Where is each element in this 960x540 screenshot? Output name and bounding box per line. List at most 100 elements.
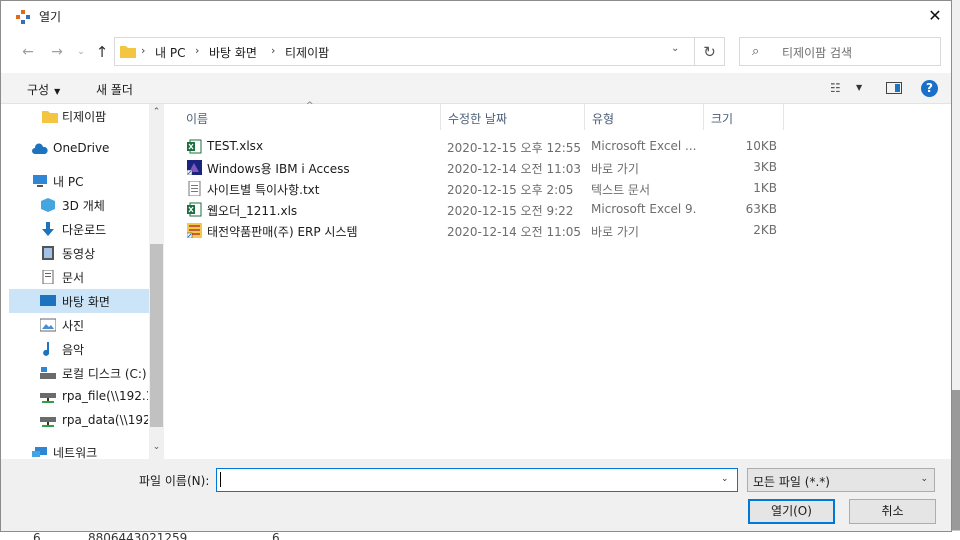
file-type: 바로 가기 [591, 162, 639, 176]
excel-icon [187, 202, 202, 217]
cube-icon [41, 198, 55, 212]
filename-label: 파일 이름(N): [139, 474, 210, 488]
folder-icon [42, 111, 58, 123]
forward-icon[interactable]: → [47, 42, 67, 62]
search-placeholder: 티제이팜 검색 [782, 46, 853, 60]
file-type: 텍스트 문서 [591, 183, 651, 197]
sidebar-item-tjpharm[interactable]: 티제이팜 [9, 104, 149, 128]
chevron-down-icon[interactable]: ⌄ [721, 474, 729, 484]
column-header-label: 크기 [711, 112, 734, 126]
help-icon[interactable]: ? [921, 80, 938, 97]
filename-input[interactable] [216, 468, 738, 492]
chevron-down-icon[interactable]: ▼ [856, 83, 862, 92]
sidebar-item-label: 문서 [62, 271, 85, 285]
file-type: Microsoft Excel 9... [591, 202, 696, 216]
navigation-pane: 티제이팜 OneDrive 내 PC 3D 개체 다운로드 동영상 문서 바탕 [9, 104, 164, 460]
network-drive-icon [40, 417, 56, 427]
file-name: 태전약품판매(주) ERP 시스템 [207, 225, 358, 239]
column-header-date[interactable]: 수정한 날짜 [441, 104, 585, 130]
sidebar-item-music[interactable]: 음악 [9, 337, 149, 361]
view-options-icon[interactable]: ☷ [830, 81, 841, 95]
file-date: 2020-12-14 오전 11:05 [447, 225, 582, 239]
sidebar-item-videos[interactable]: 동영상 [9, 241, 149, 265]
column-header-type[interactable]: 유형 [585, 104, 704, 130]
excel-icon [187, 139, 202, 154]
breadcrumb-separator[interactable]: › [195, 44, 199, 57]
chevron-down-icon[interactable]: ⌄ [671, 43, 679, 54]
download-icon [42, 222, 54, 236]
folder-icon [120, 46, 136, 58]
table-row[interactable]: Windows용 IBM i Access 2020-12-14 오전 11:0… [179, 157, 779, 178]
sidebar-item-label: 바탕 화면 [62, 295, 110, 309]
computer-icon [33, 175, 47, 187]
document-icon [42, 270, 54, 284]
file-type-select[interactable]: 모든 파일 (*.*) ⌄ [747, 468, 935, 492]
breadcrumb-separator[interactable]: › [271, 44, 275, 57]
back-icon[interactable]: ← [18, 42, 38, 62]
organize-label: 구성 [27, 83, 50, 97]
close-button[interactable]: ✕ [919, 1, 951, 32]
background-cell: 6 [272, 531, 280, 540]
sidebar-item-rpa-data[interactable]: rpa_data(\\192 [9, 409, 149, 433]
sidebar-item-this-pc[interactable]: 내 PC [9, 169, 149, 193]
address-bar[interactable]: › 내 PC › 바탕 화면 › 티제이팜 ⌄ [114, 37, 695, 66]
search-input[interactable]: ⌕ 티제이팜 검색 [739, 37, 941, 66]
sidebar-item-label: OneDrive [53, 141, 110, 155]
breadcrumb-item[interactable]: 티제이팜 [285, 44, 329, 61]
sidebar-item-label: 다운로드 [62, 223, 107, 237]
file-list: ^ 이름 수정한 날짜 유형 크기 TEST.xlsx 2020-12-15 오… [164, 101, 951, 459]
desktop-icon [40, 295, 56, 306]
open-file-dialog: 열기 ✕ ← → ⌄ ↑ › 내 PC › 바탕 화면 › 티제이팜 ⌄ ↻ ⌕… [0, 0, 952, 532]
erp-shortcut-icon [187, 223, 202, 238]
chevron-down-icon[interactable]: ⌄ [149, 442, 164, 452]
video-icon [42, 246, 54, 260]
sidebar-item-local-disk[interactable]: 로컬 디스크 (C:) [9, 361, 149, 385]
drive-icon [40, 367, 56, 379]
table-row[interactable]: 웹오더_1211.xls 2020-12-15 오전 9:22 Microsof… [179, 199, 779, 220]
organize-button[interactable]: 구성 ▼ [27, 81, 60, 98]
sidebar-item-label: 동영상 [62, 247, 96, 261]
open-button[interactable]: 열기(O) [748, 499, 835, 524]
bottom-bar: 파일 이름(N): ⌄ 모든 파일 (*.*) ⌄ 열기(O) 취소 [1, 459, 951, 531]
breadcrumb-item[interactable]: 바탕 화면 [209, 44, 257, 61]
breadcrumb-separator[interactable]: › [141, 44, 145, 57]
cancel-button[interactable]: 취소 [849, 499, 936, 524]
sidebar-scrollbar[interactable]: ⌃ ⌄ [149, 104, 164, 459]
picture-icon [40, 318, 56, 332]
sidebar-item-documents[interactable]: 문서 [9, 265, 149, 289]
music-icon [43, 342, 50, 356]
file-date: 2020-12-15 오전 9:22 [447, 204, 574, 218]
sidebar-item-downloads[interactable]: 다운로드 [9, 217, 149, 241]
file-size: 1KB [753, 181, 777, 195]
table-row[interactable]: 태전약품판매(주) ERP 시스템 2020-12-14 오전 11:05 바로… [179, 220, 779, 241]
new-folder-button[interactable]: 새 폴더 [96, 81, 133, 98]
text-file-icon [188, 181, 201, 196]
sidebar-item-rpa-file[interactable]: rpa_file(\\192.1 [9, 385, 149, 409]
table-row[interactable]: TEST.xlsx 2020-12-15 오후 12:55 Microsoft … [179, 136, 779, 157]
column-header-label: 유형 [592, 112, 615, 126]
up-icon[interactable]: ↑ [92, 42, 112, 62]
file-date: 2020-12-14 오전 11:03 [447, 162, 582, 176]
file-date: 2020-12-15 오후 12:55 [447, 141, 582, 155]
table-row[interactable]: 사이트별 특이사항.txt 2020-12-15 오후 2:05 텍스트 문서 … [179, 178, 779, 199]
preview-pane-icon[interactable] [886, 82, 902, 94]
breadcrumb-item[interactable]: 내 PC [155, 44, 185, 61]
refresh-button[interactable]: ↻ [695, 37, 725, 66]
sidebar-item-pictures[interactable]: 사진 [9, 313, 149, 337]
sidebar-item-label: 사진 [62, 319, 85, 333]
file-date: 2020-12-15 오후 2:05 [447, 183, 574, 197]
scrollbar-thumb[interactable] [150, 244, 163, 427]
recent-locations-icon[interactable]: ⌄ [71, 42, 91, 62]
column-header-name[interactable]: 이름 [179, 104, 441, 130]
sidebar-item-onedrive[interactable]: OneDrive [9, 137, 149, 161]
file-name: Windows용 IBM i Access [207, 162, 350, 176]
chevron-down-icon: ⌄ [920, 474, 928, 484]
file-type-value: 모든 파일 (*.*) [753, 475, 830, 489]
sidebar-item-desktop[interactable]: 바탕 화면 [9, 289, 149, 313]
title-bar[interactable]: 열기 ✕ [1, 1, 951, 32]
column-header-size[interactable]: 크기 [704, 104, 784, 130]
sidebar-item-3d-objects[interactable]: 3D 개체 [9, 193, 149, 217]
chevron-up-icon[interactable]: ⌃ [149, 107, 164, 117]
shortcut-icon [187, 160, 202, 175]
window-title: 열기 [39, 10, 62, 24]
